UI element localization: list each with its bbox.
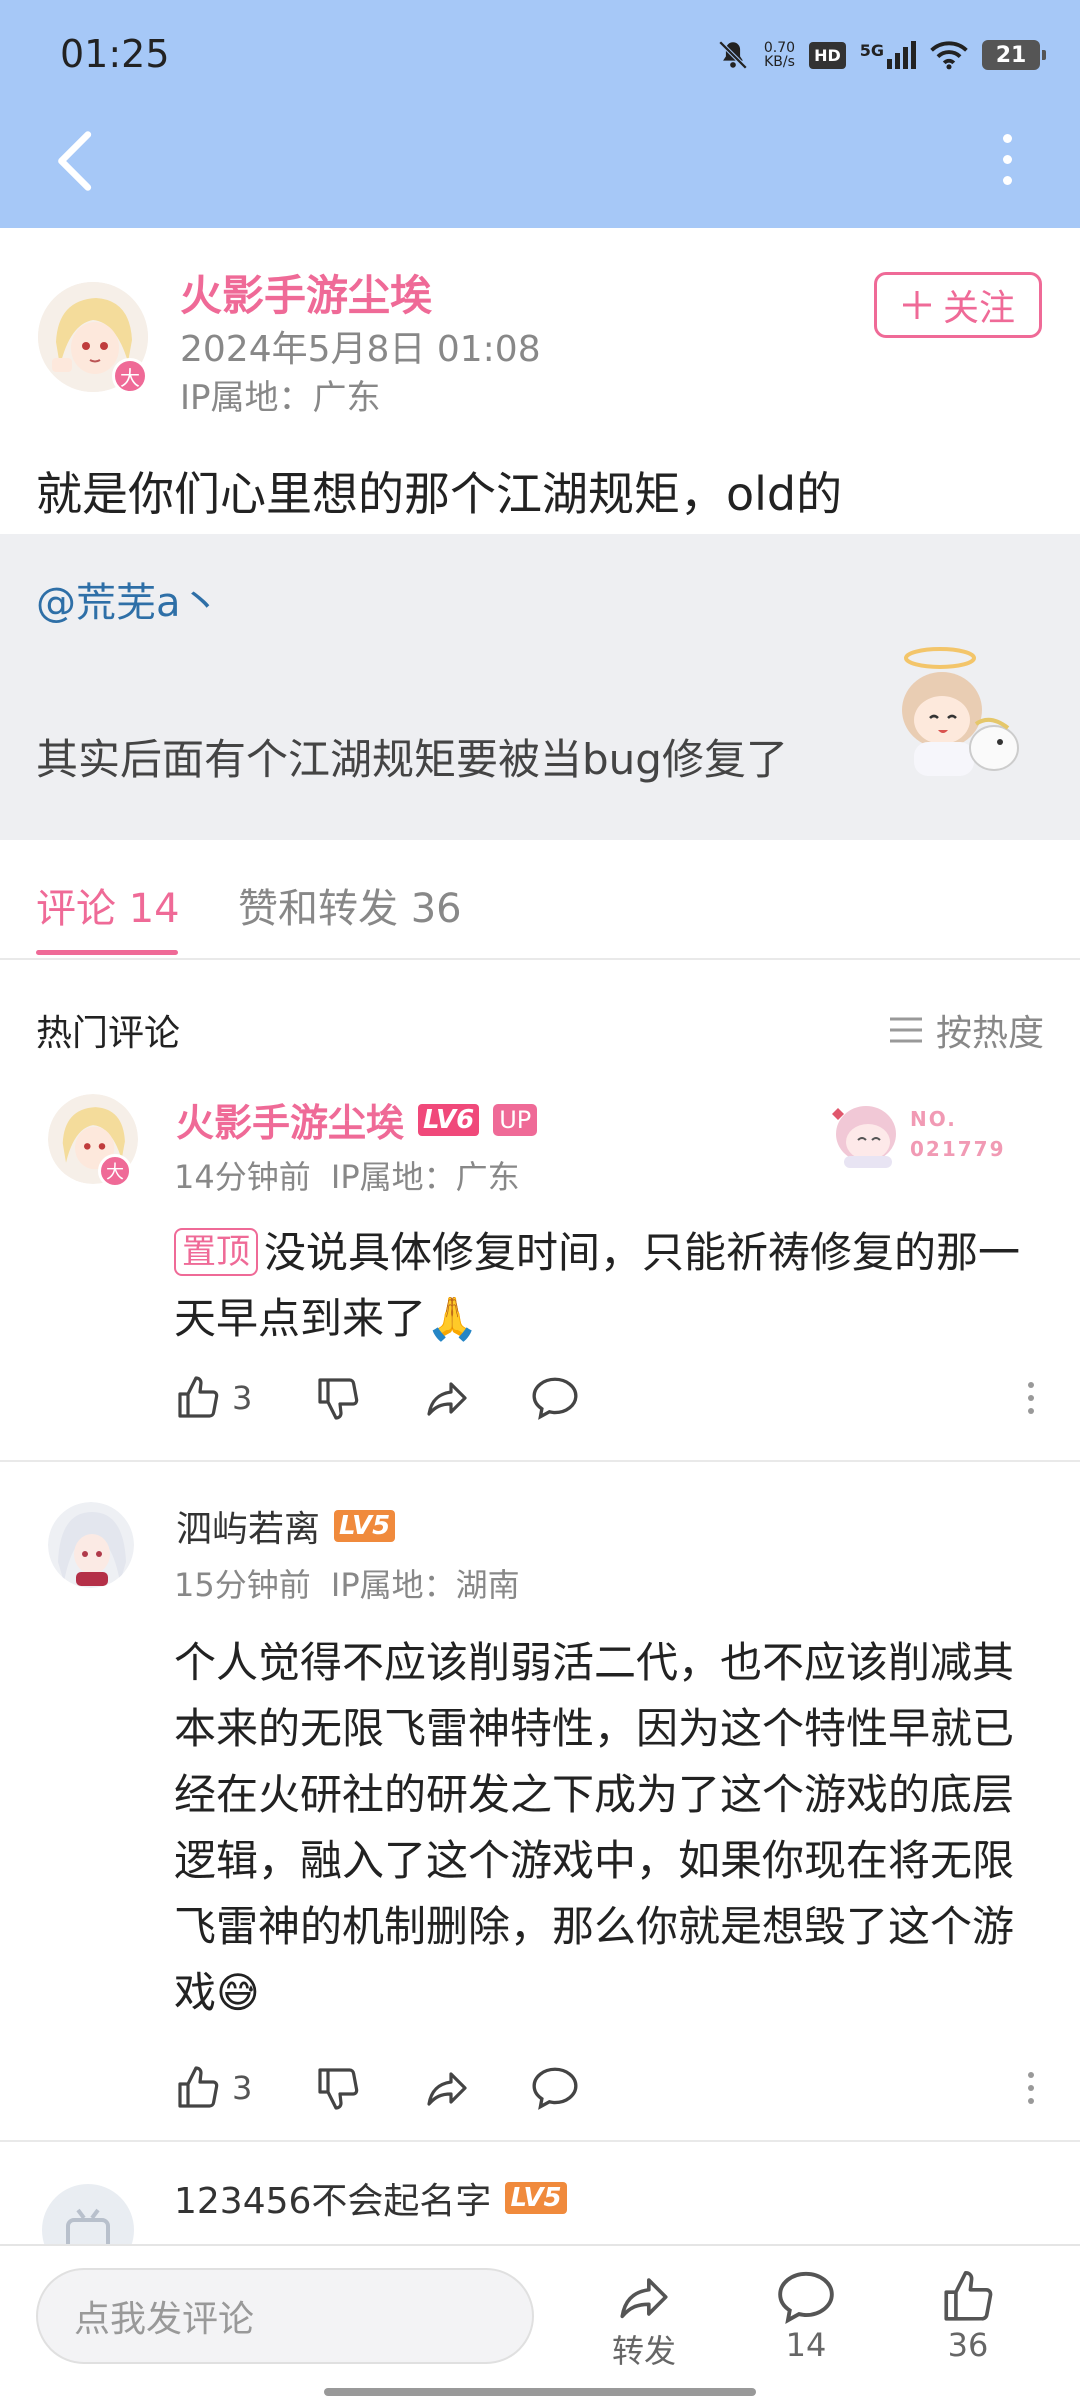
post-ip: IP属地：广东 — [180, 378, 381, 418]
thumbs-down-icon[interactable] — [314, 1374, 362, 1422]
top-bar: 01:25 0.70 KB/s HD 5G 21 — [0, 0, 1080, 228]
author-avatar-badge: 大 — [112, 358, 148, 394]
share-icon[interactable] — [422, 1374, 472, 1422]
sort-label: 按热度 — [936, 1013, 1045, 1054]
quoted-comment[interactable]: @荒芜a丶 其实后面有个江湖规矩要被当bug修复了 — [0, 534, 1080, 840]
level-badge: LV6 — [418, 1103, 480, 1136]
commenter-avatar-badge: 大 — [98, 1154, 132, 1188]
signal-5g-icon: 5G — [860, 41, 916, 69]
share-icon — [620, 2278, 668, 2319]
default-avatar-icon — [66, 2208, 110, 2244]
plus-icon — [902, 291, 931, 319]
follow-button[interactable]: 关注 — [874, 272, 1042, 338]
comment-count: 14 — [785, 2326, 827, 2364]
comment-meta: 14分钟前 IP属地：广东 — [174, 1152, 520, 1198]
commenter-avatar[interactable] — [48, 1502, 134, 1588]
quoted-mention[interactable]: @荒芜a丶 — [36, 570, 221, 628]
comment-meta: 15分钟前 IP属地：湖南 — [174, 1560, 520, 1606]
thumbs-up-icon — [178, 1376, 219, 1418]
tab-indicator — [36, 950, 178, 955]
thumbs-down-icon[interactable] — [314, 2064, 362, 2112]
hd-icon: HD — [809, 41, 846, 69]
comment-item[interactable]: 泗屿若离 LV5 15分钟前 IP属地：湖南 个人觉得不应该削弱活二代，也不应该… — [0, 1484, 1080, 2144]
commenter-name[interactable]: 泗屿若离 — [176, 1500, 320, 1552]
more-menu-icon[interactable] — [1003, 134, 1012, 185]
battery-icon: 21 — [982, 40, 1046, 70]
comment-actions: 3 — [174, 2064, 1034, 2112]
home-indicator — [324, 2388, 756, 2396]
up-badge: UP — [493, 1103, 538, 1136]
post-content: 就是你们心里想的那个江湖规矩，old的 — [36, 467, 843, 521]
like-count: 3 — [232, 1379, 253, 1417]
comment-header: 泗屿若离 LV5 — [176, 1500, 396, 1552]
comment-item[interactable]: 123456不会起名字 LV5 — [0, 2160, 1080, 2244]
post-date: 2024年5月8日 01:08 — [180, 329, 541, 370]
back-arrow-icon[interactable] — [48, 128, 98, 194]
pinned-badge: 置顶 — [174, 1228, 258, 1276]
net-speed: 0.70 KB/s — [763, 40, 796, 70]
like-button[interactable]: 3 — [174, 1374, 252, 1422]
comment-item[interactable]: 大 火影手游尘埃 LV6 UP 14分钟前 IP属地：广东 NO. 021779… — [0, 1080, 1080, 1460]
comment-time: 15分钟前 — [174, 1566, 311, 1604]
repost-label: 转发 — [611, 2332, 676, 2370]
thumbs-up-icon — [944, 2271, 993, 2321]
comment-text: 个人觉得不应该削弱活二代，也不应该削减其本来的无限飞雷神特性，因为这个特性早就已… — [174, 1638, 1015, 2017]
like-count: 36 — [947, 2326, 989, 2364]
comment-text: 没说具体修复时间，只能祈祷修复的那一天早点到来了🙏 — [174, 1228, 1021, 1343]
comment-ip: IP属地：湖南 — [330, 1566, 520, 1604]
like-post-button[interactable]: 36 — [908, 2268, 1028, 2364]
tab-comments[interactable]: 评论 14 — [36, 876, 180, 934]
commenter-avatar[interactable] — [42, 2184, 134, 2244]
comment-divider — [0, 1460, 1080, 1462]
commenter-name[interactable]: 123456不会起名字 — [174, 2172, 491, 2224]
decoration-character-image — [832, 1106, 896, 1168]
sticker-image — [902, 647, 1019, 776]
sort-lines-icon — [890, 1017, 922, 1043]
decoration-number: NO. 021779 — [910, 1107, 1006, 1161]
hot-comments-title: 热门评论 — [36, 1013, 181, 1054]
reply-bubble-icon[interactable] — [530, 2065, 580, 2111]
tab-likes-reposts[interactable]: 赞和转发 36 — [238, 876, 462, 934]
comment-input[interactable]: 点我发评论 — [36, 2268, 534, 2364]
status-time: 01:25 — [60, 32, 170, 76]
repost-button[interactable]: 转发 — [584, 2268, 704, 2372]
sort-button[interactable]: 按热度 — [888, 1004, 1044, 1056]
commenter-name[interactable]: 火影手游尘埃 — [176, 1092, 404, 1147]
thumbs-up-icon — [178, 2066, 219, 2108]
mute-bell-icon — [718, 40, 748, 70]
comment-time: 14分钟前 — [174, 1158, 311, 1196]
author-name[interactable]: 火影手游尘埃 — [180, 262, 432, 323]
level-badge: LV5 — [334, 1510, 396, 1542]
like-count: 3 — [232, 2069, 253, 2107]
comment-ip: IP属地：广东 — [330, 1158, 520, 1196]
comment-header: 123456不会起名字 LV5 — [174, 2172, 567, 2224]
wifi-icon — [930, 41, 968, 70]
comment-bubble-icon — [778, 2271, 834, 2324]
comment-header: 火影手游尘埃 LV6 UP — [176, 1092, 538, 1147]
quoted-text: 其实后面有个江湖规矩要被当bug修复了 — [36, 735, 788, 784]
like-button[interactable]: 3 — [174, 2064, 252, 2112]
comment-more-icon[interactable] — [1028, 2072, 1034, 2104]
fan-decoration: NO. 021779 — [818, 1090, 1008, 1170]
comment-button[interactable]: 14 — [746, 2268, 866, 2364]
comment-body: 置顶 没说具体修复时间，只能祈祷修复的那一天早点到来了🙏 — [174, 1220, 1046, 1352]
comment-actions: 3 — [174, 1374, 1034, 1422]
status-icons: 0.70 KB/s HD 5G 21 — [716, 38, 1046, 72]
reply-bubble-icon[interactable] — [530, 1375, 580, 1421]
level-badge: LV5 — [505, 2182, 567, 2214]
comment-more-icon[interactable] — [1028, 1382, 1034, 1414]
follow-label: 关注 — [942, 288, 1015, 329]
tabs-divider — [0, 958, 1080, 960]
comment-divider — [0, 2140, 1080, 2142]
share-icon[interactable] — [422, 2064, 472, 2112]
